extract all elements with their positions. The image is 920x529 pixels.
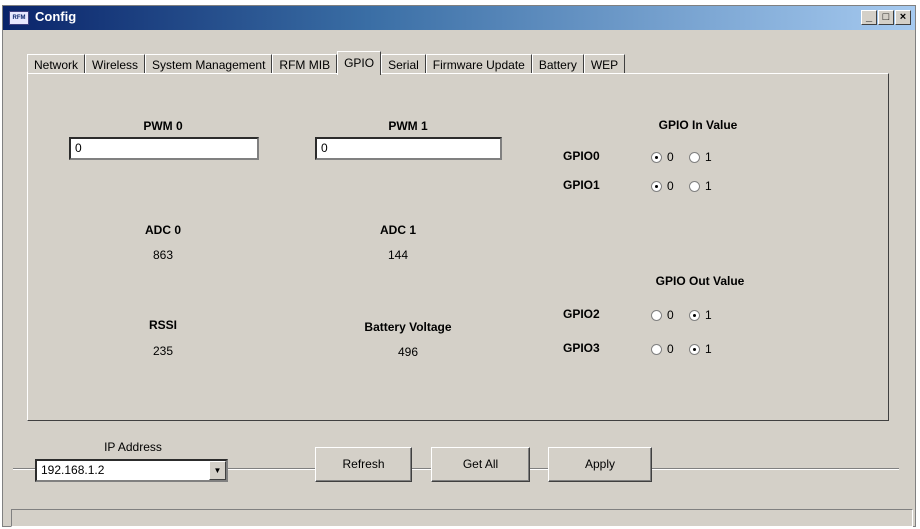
maximize-icon[interactable]: □ [878,10,894,25]
tab-rfm-mib[interactable]: RFM MIB [272,54,338,74]
adc1-value: 144 [387,248,409,262]
apply-button[interactable]: Apply [548,447,652,482]
adc1-label: ADC 1 [379,223,416,237]
gpio3-radio-group: 0 1 [651,342,727,356]
pwm1-label: PWM 1 [388,119,428,133]
tab-serial[interactable]: Serial [381,54,426,74]
tab-gpio[interactable]: GPIO [337,51,382,75]
battery-voltage-value: 496 [397,345,419,359]
window-title: Config [35,9,77,24]
gpio2-radio-group: 0 1 [651,308,727,322]
gpio1-radio-group: 0 1 [651,179,727,193]
gpio0-option-1-label: 1 [705,150,712,164]
tab-wep[interactable]: WEP [583,54,626,74]
pwm0-label: PWM 0 [143,119,183,133]
tab-strip: Network Wireless System Management RFM M… [27,50,626,75]
gpio0-radio-0[interactable] [651,151,662,163]
gpio3-option-0-label: 0 [667,342,674,356]
chevron-down-icon[interactable]: ▼ [209,461,226,480]
gpio0-label: GPIO0 [563,149,600,163]
gpio2-label: GPIO2 [563,307,600,321]
status-bar [11,509,913,527]
tab-firmware-update[interactable]: Firmware Update [425,54,532,74]
ip-address-select[interactable]: 192.168.1.2 ▼ [35,459,228,482]
gpio2-option-0-label: 0 [667,308,674,322]
gpio3-radio-1[interactable] [689,343,700,355]
title-bar[interactable]: RFM Config _ □ × [3,6,915,30]
gpio2-option-1-label: 1 [705,308,712,322]
adc0-label: ADC 0 [144,223,181,237]
pwm0-input[interactable]: 0 [69,137,259,160]
gpio3-radio-0[interactable] [651,343,662,355]
get-all-button[interactable]: Get All [431,447,530,482]
ip-address-value: 192.168.1.2 [41,463,105,477]
tab-wireless[interactable]: Wireless [85,54,146,74]
gpio0-option-0-label: 0 [667,150,674,164]
refresh-button[interactable]: Refresh [315,447,412,482]
adc0-value: 863 [152,248,174,262]
rssi-value: 235 [152,344,174,358]
rssi-label: RSSI [148,318,177,332]
gpio3-option-1-label: 1 [705,342,712,356]
gpio-out-title: GPIO Out Value [655,274,745,288]
gpio-in-title: GPIO In Value [658,118,738,132]
ip-address-label: IP Address [104,440,162,454]
gpio1-radio-0[interactable] [651,180,662,192]
tab-system-management[interactable]: System Management [145,54,273,74]
minimize-icon[interactable]: _ [861,10,877,25]
tab-network[interactable]: Network [27,54,86,74]
gpio1-option-0-label: 0 [667,179,674,193]
app-icon: RFM [9,11,29,25]
battery-voltage-label: Battery Voltage [364,320,452,334]
gpio1-radio-1[interactable] [689,180,700,192]
gpio1-option-1-label: 1 [705,179,712,193]
tab-battery[interactable]: Battery [531,54,584,74]
gpio1-label: GPIO1 [563,178,600,192]
gpio2-radio-0[interactable] [651,309,662,321]
gpio3-label: GPIO3 [563,341,600,355]
gpio0-radio-group: 0 1 [651,150,727,164]
pwm1-input[interactable]: 0 [315,137,502,160]
close-icon[interactable]: × [895,10,911,25]
gpio0-radio-1[interactable] [689,151,700,163]
config-window: RFM Config _ □ × Network Wireless System… [2,5,916,527]
gpio2-radio-1[interactable] [689,309,700,321]
